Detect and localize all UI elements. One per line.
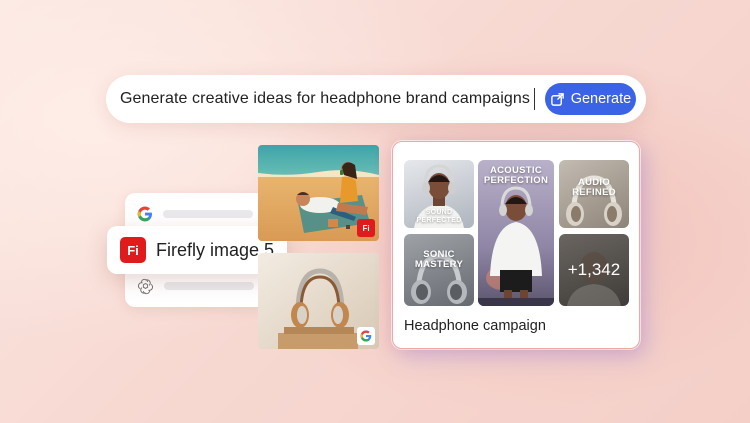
google-icon <box>137 206 152 222</box>
campaign-tile-more[interactable]: +1,342 <box>559 234 629 306</box>
campaign-tile-sound-perfected[interactable]: SOUND PERFECTED <box>404 160 474 228</box>
text-caret <box>534 88 535 110</box>
prompt-bar[interactable]: Generate creative ideas for headphone br… <box>106 75 646 123</box>
placeholder-bar <box>163 210 253 218</box>
tile-text: ACOUSTIC PERFECTION <box>483 165 549 186</box>
firefly-badge-icon: Fi <box>357 219 375 237</box>
headphone-product-image[interactable] <box>258 253 379 349</box>
placeholder-bar <box>164 282 254 290</box>
more-count: +1,342 <box>567 260 621 279</box>
beach-illustration-image[interactable]: Fi <box>258 145 379 241</box>
openai-icon <box>137 278 154 294</box>
generate-button-label: Generate <box>570 91 632 107</box>
tile-text: SONIC MASTERY <box>414 249 464 270</box>
model-label: Firefly image 5 <box>156 239 275 260</box>
campaign-card[interactable]: SOUND PERFECTED ACOUSTIC PERFECTION AUDI <box>392 141 640 349</box>
campaign-tile-sonic-mastery[interactable]: SONIC MASTERY <box>404 234 474 306</box>
tile-text: SOUND PERFECTED <box>416 209 462 224</box>
generate-icon <box>550 92 564 106</box>
prompt-input[interactable]: Generate creative ideas for headphone br… <box>120 90 530 108</box>
generate-button[interactable]: Generate <box>544 83 636 115</box>
campaign-tile-acoustic-perfection[interactable]: ACOUSTIC PERFECTION <box>478 160 554 306</box>
google-badge-icon <box>357 327 375 345</box>
tile-text: AUDIO REFINED <box>572 177 616 198</box>
campaign-title: Headphone campaign <box>404 318 546 334</box>
campaign-tile-audio-refined[interactable]: AUDIO REFINED <box>559 160 629 228</box>
firefly-logo-icon: Fi <box>120 237 146 263</box>
headphone-render <box>411 253 467 304</box>
